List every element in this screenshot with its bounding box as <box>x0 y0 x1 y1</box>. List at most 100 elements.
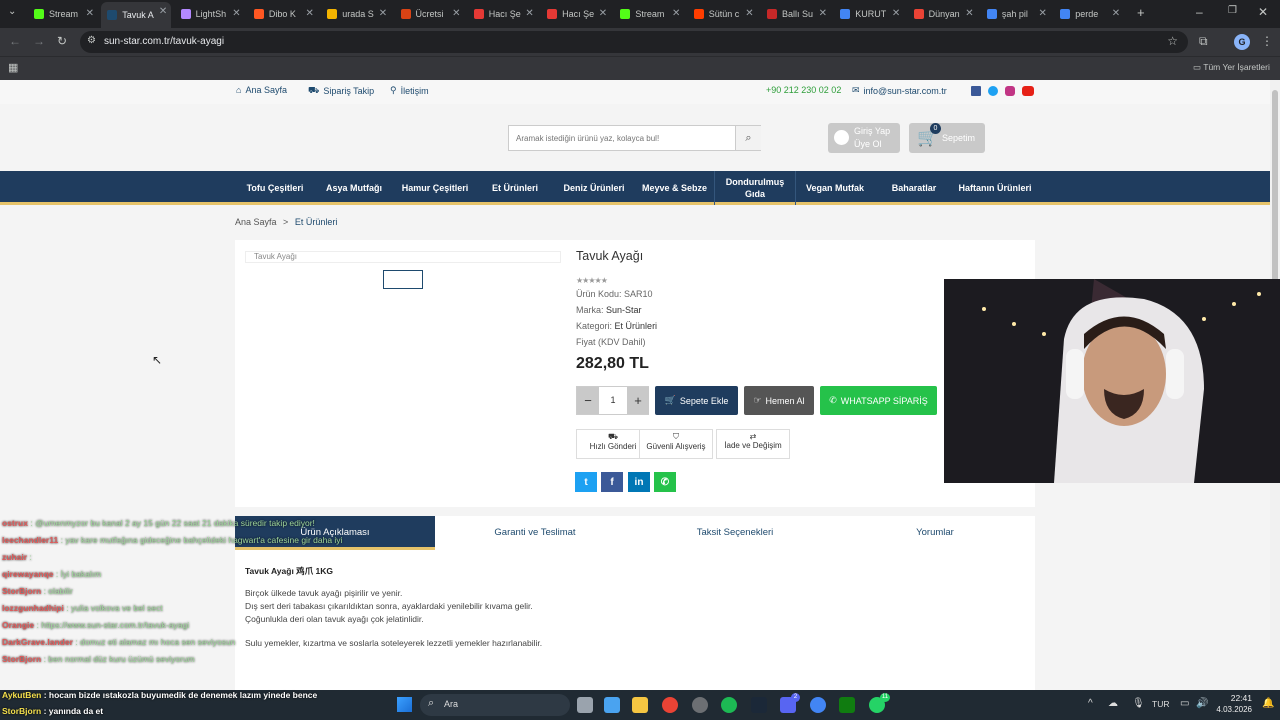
home-link[interactable]: ⌂ Ana Sayfa <box>236 85 287 95</box>
extensions-icon[interactable]: ⧉ <box>1199 34 1208 49</box>
steam-icon[interactable] <box>751 697 767 713</box>
qty-decrease-button[interactable]: − <box>577 387 599 414</box>
add-to-cart-button[interactable]: 🛒 Sepete Ekle <box>655 386 738 415</box>
minimize-icon[interactable]: – <box>1196 5 1203 19</box>
share-twitter-icon[interactable]: t <box>575 472 597 492</box>
nav-et[interactable]: Et Ürünleri <box>477 171 553 205</box>
bookmark-star-icon[interactable]: ☆ <box>1167 34 1178 48</box>
tab-close-icon[interactable]: ✕ <box>672 8 680 19</box>
tab-close-icon[interactable]: ✕ <box>232 8 240 19</box>
nav-asya[interactable]: Asya Mutfağı <box>315 171 393 205</box>
close-window-icon[interactable]: ✕ <box>1258 5 1268 19</box>
reload-icon[interactable]: ↻ <box>57 34 67 48</box>
cart-button[interactable]: 🛒 0 Sepetim <box>909 123 985 153</box>
address-bar[interactable]: ⚙ sun-star.com.tr/tavuk-ayagi ☆ <box>80 31 1188 53</box>
browser-tab[interactable]: Sütün c ✕ <box>688 4 758 24</box>
tray-chevron-icon[interactable]: ^ <box>1088 698 1093 709</box>
tab-close-icon[interactable]: ✕ <box>159 6 167 17</box>
tab-close-icon[interactable]: ✕ <box>525 8 533 19</box>
youtube-icon[interactable] <box>1022 86 1034 96</box>
buy-now-button[interactable]: ☞ Hemen Al <box>744 386 814 415</box>
nav-meyve[interactable]: Meyve & Sebze <box>635 171 714 205</box>
tab-close-icon[interactable]: ✕ <box>819 8 827 19</box>
file-explorer-icon[interactable] <box>632 697 648 713</box>
site-info-icon[interactable]: ⚙ <box>87 35 96 46</box>
browser-tab[interactable]: LightSh ✕ <box>175 4 245 24</box>
breadcrumb-current[interactable]: Et Ürünleri <box>295 217 338 227</box>
tab-reviews[interactable]: Yorumlar <box>835 516 1035 550</box>
tab-close-icon[interactable]: ✕ <box>1112 8 1120 19</box>
obs-icon[interactable] <box>692 697 708 713</box>
brand-value[interactable]: Sun-Star <box>606 305 642 315</box>
qty-input[interactable]: 1 <box>599 387 627 414</box>
login-button[interactable]: Giriş Yap Üye Ol <box>828 123 900 153</box>
share-facebook-icon[interactable]: f <box>601 472 623 492</box>
nav-tofu[interactable]: Tofu Çeşitleri <box>235 171 315 205</box>
tab-close-icon[interactable]: ✕ <box>965 8 973 19</box>
menu-icon[interactable]: ⋮ <box>1261 34 1273 48</box>
browser-tab[interactable]: Hacı Şe ✕ <box>541 4 611 24</box>
browser-tab[interactable]: Dünyan ✕ <box>908 4 978 24</box>
browser-tab[interactable]: urada S ✕ <box>321 4 391 24</box>
tab-close-icon[interactable]: ✕ <box>892 8 900 19</box>
profile-avatar[interactable]: G <box>1234 34 1250 50</box>
all-bookmarks[interactable]: ▭ Tüm Yer İşaretleri <box>1193 62 1270 73</box>
tab-search-icon[interactable]: ⌄ <box>8 6 16 17</box>
nav-haftanin[interactable]: Haftanın Ürünleri <box>954 171 1036 205</box>
share-whatsapp-icon[interactable]: ✆ <box>654 472 676 492</box>
store-icon[interactable] <box>604 697 620 713</box>
browser-tab[interactable]: Ballı Su ✕ <box>761 4 831 24</box>
instagram-icon[interactable] <box>1005 86 1015 96</box>
notification-icon[interactable]: 🔔 <box>1262 698 1274 709</box>
facebook-icon[interactable] <box>971 86 981 96</box>
tab-close-icon[interactable]: ✕ <box>306 8 314 19</box>
twitter-icon[interactable] <box>988 86 998 96</box>
spotify-icon[interactable] <box>721 697 737 713</box>
network-icon[interactable]: ▭ <box>1180 698 1189 709</box>
whatsapp-order-button[interactable]: ✆ WHATSAPP SİPARİŞ <box>820 386 937 415</box>
browser-tab[interactable]: Stream ✕ <box>28 4 98 24</box>
chrome-2-icon[interactable] <box>810 697 826 713</box>
tab-close-icon[interactable]: ✕ <box>745 8 753 19</box>
apps-grid-icon[interactable]: ▦ <box>8 61 18 74</box>
product-thumbnail[interactable] <box>383 270 423 289</box>
back-icon[interactable]: ← <box>9 34 21 48</box>
clock-date[interactable]: 4.03.2026 <box>1212 705 1252 714</box>
browser-tab[interactable]: KURUT ✕ <box>834 4 904 24</box>
nav-vegan[interactable]: Vegan Mutfak <box>796 171 874 205</box>
rating-stars[interactable]: ★★★★★ <box>576 276 608 285</box>
tab-close-icon[interactable]: ✕ <box>86 8 94 19</box>
category-value[interactable]: Et Ürünleri <box>615 321 658 331</box>
forward-icon[interactable]: → <box>33 34 45 48</box>
start-button-icon[interactable] <box>397 697 412 712</box>
email-link[interactable]: ✉ info@sun-star.com.tr <box>852 85 947 96</box>
nav-hamur[interactable]: Hamur Çeşitleri <box>393 171 477 205</box>
onedrive-icon[interactable]: ☁ <box>1108 698 1118 709</box>
breadcrumb-home[interactable]: Ana Sayfa <box>235 217 277 227</box>
task-view-icon[interactable] <box>577 697 593 713</box>
contact-link[interactable]: ⚲ İletişim <box>390 85 429 96</box>
tab-close-icon[interactable]: ✕ <box>1039 8 1047 19</box>
xbox-icon[interactable] <box>839 697 855 713</box>
chrome-icon[interactable] <box>662 697 678 713</box>
new-tab-icon[interactable]: + <box>1137 5 1145 20</box>
browser-tab[interactable]: Hacı Şe ✕ <box>468 4 538 24</box>
tab-close-icon[interactable]: ✕ <box>599 8 607 19</box>
browser-tab[interactable]: Ücretsi ✕ <box>395 4 465 24</box>
browser-tab[interactable]: perde ✕ <box>1054 4 1124 24</box>
tab-installments[interactable]: Taksit Seçenekleri <box>635 516 835 550</box>
search-input[interactable] <box>509 126 735 150</box>
nav-baharat[interactable]: Baharatlar <box>874 171 954 205</box>
browser-tab[interactable]: şah pil ✕ <box>981 4 1051 24</box>
qty-increase-button[interactable]: + <box>627 387 649 414</box>
language-indicator[interactable]: TUR <box>1152 699 1169 709</box>
browser-tab[interactable]: Dibo K ✕ <box>248 4 318 24</box>
tab-warranty[interactable]: Garanti ve Teslimat <box>435 516 635 550</box>
search-icon[interactable]: ⌕ <box>735 126 761 150</box>
mic-icon[interactable]: 🎙 <box>1132 698 1145 709</box>
nav-dondurulmus[interactable]: Dondurulmuş Gıda <box>714 171 796 205</box>
taskbar-search[interactable]: ⌕ Ara <box>420 694 570 716</box>
tab-close-icon[interactable]: ✕ <box>379 8 387 19</box>
nav-deniz[interactable]: Deniz Ürünleri <box>553 171 635 205</box>
clock-time[interactable]: 22:41 <box>1216 693 1252 703</box>
